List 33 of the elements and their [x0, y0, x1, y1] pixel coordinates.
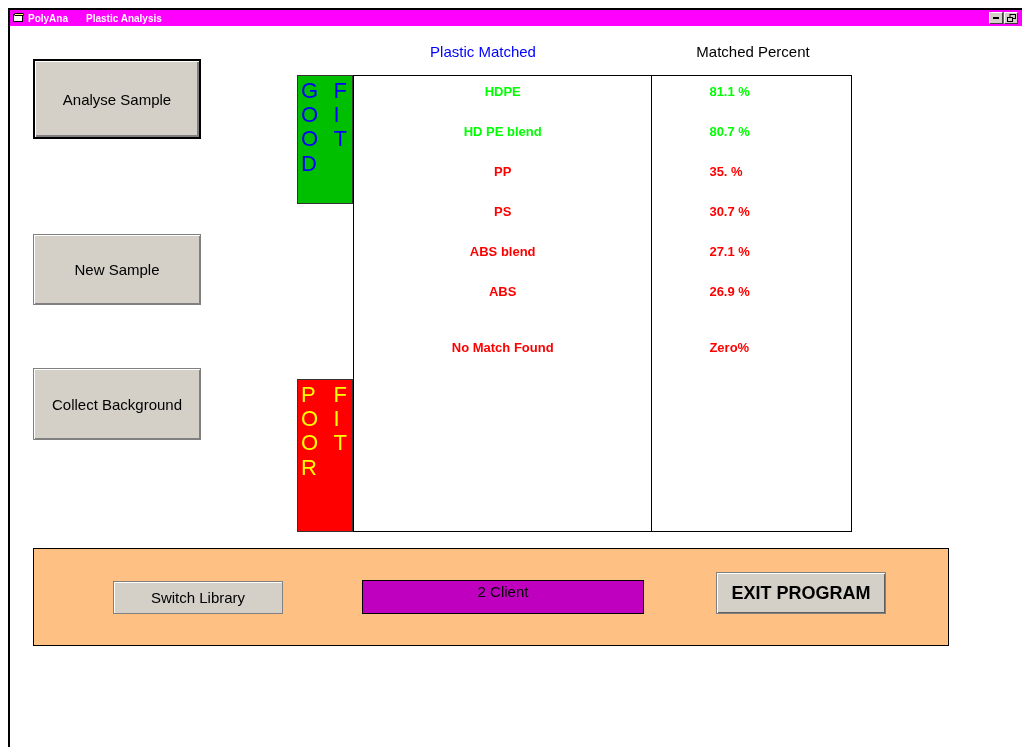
fit-text: FIT: [333, 79, 348, 152]
client-indicator: 2 Client: [362, 580, 644, 614]
column-header: Matched Percent: [695, 43, 811, 60]
app-icon: [13, 13, 24, 23]
exit-button[interactable]: EXIT PROGRAM: [716, 572, 886, 614]
app-name: PolyAna: [28, 12, 68, 24]
poor-text: POOR: [301, 383, 320, 480]
match-percent: 81.1 %: [708, 84, 750, 101]
switch-library-button[interactable]: Switch Library: [113, 580, 283, 614]
good-text: GOOD: [301, 79, 320, 176]
fit-text: FIT: [333, 383, 348, 456]
match-percent: 80.7 %: [708, 124, 750, 141]
plastic-name: HD PE blend: [463, 124, 542, 141]
restore-button[interactable]: [1004, 12, 1018, 24]
plastic-name: ABS blend: [469, 244, 536, 261]
action-button[interactable]: New Sample: [33, 234, 201, 305]
minimize-icon: [993, 17, 999, 19]
window-title: Plastic Analysis: [86, 12, 162, 24]
match-percent: 30.7 %: [708, 204, 750, 221]
match-percent: 27.1 %: [708, 244, 750, 261]
plastic-name: ABS: [488, 284, 517, 301]
match-percent: Zero%: [708, 340, 750, 357]
plastic-name: PP: [494, 164, 512, 181]
minimize-button[interactable]: [989, 12, 1003, 24]
restore-icon: [1006, 14, 1016, 22]
action-button[interactable]: Analyse Sample: [33, 59, 201, 139]
column-header: Plastic Matched: [429, 43, 537, 60]
match-percent: 26.9 %: [708, 284, 750, 301]
plastic-name: HDPE: [484, 84, 521, 101]
plastic-name: No Match Found: [451, 340, 554, 357]
plastic-name: PS: [494, 204, 512, 221]
match-percent: 35. %: [708, 164, 743, 181]
action-button[interactable]: Collect Background: [33, 368, 201, 440]
